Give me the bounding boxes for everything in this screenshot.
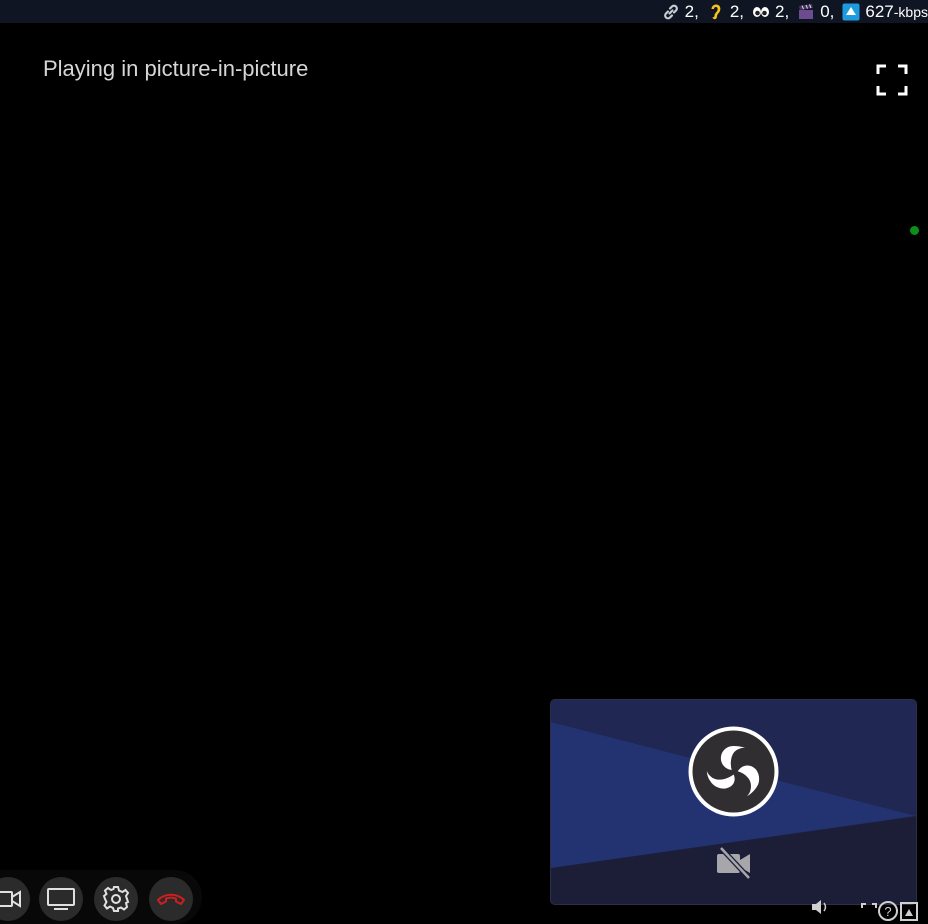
scenes-count: 0, — [820, 1, 835, 21]
camera-off-icon — [717, 846, 751, 880]
eyes-icon — [753, 6, 770, 17]
camera-icon — [0, 890, 21, 908]
listeners-count: 2, — [729, 1, 745, 21]
stats-readout: 2, 2, 2, 0, 627 -kbps — [654, 0, 928, 23]
clapper-icon — [799, 3, 814, 19]
report-icon[interactable] — [900, 902, 918, 921]
connections-stat: 2, — [662, 2, 699, 22]
viewers-count: 2, — [775, 1, 790, 21]
svg-text:?: ? — [884, 904, 891, 919]
scenes-stat: 0, — [797, 2, 834, 22]
settings-button[interactable] — [94, 877, 138, 921]
bitrate-unit: -kbps — [893, 3, 928, 20]
settings-icon — [102, 886, 130, 912]
hangup-button[interactable] — [149, 877, 193, 921]
volume-icon[interactable] — [812, 900, 827, 914]
fullscreen-button[interactable] — [876, 64, 908, 96]
hangup-icon — [157, 893, 185, 905]
screen-share-icon — [47, 888, 75, 910]
link-icon — [663, 4, 678, 19]
help-icon[interactable]: ? — [878, 901, 898, 921]
fullscreen-small-icon[interactable] — [861, 903, 877, 908]
status-dot — [910, 226, 919, 235]
fullscreen-icon — [876, 64, 908, 96]
screen-share-button[interactable] — [39, 877, 83, 921]
bitrate-value: 627 — [865, 1, 894, 21]
listeners-stat: 2, — [707, 2, 744, 22]
connections-count: 2, — [684, 1, 699, 21]
bitrate-stat: 627 -kbps — [842, 2, 928, 22]
ear-icon — [711, 4, 721, 19]
stats-bar: 2, 2, 2, 0, 627 -kbps — [0, 0, 928, 23]
pip-message: Playing in picture-in-picture — [43, 56, 309, 81]
preview-corner-controls: ? — [812, 900, 918, 921]
obs-logo — [688, 726, 779, 817]
upload-arrow-icon — [842, 3, 860, 20]
self-preview[interactable] — [550, 699, 917, 905]
viewers-stat: 2, — [752, 2, 789, 22]
